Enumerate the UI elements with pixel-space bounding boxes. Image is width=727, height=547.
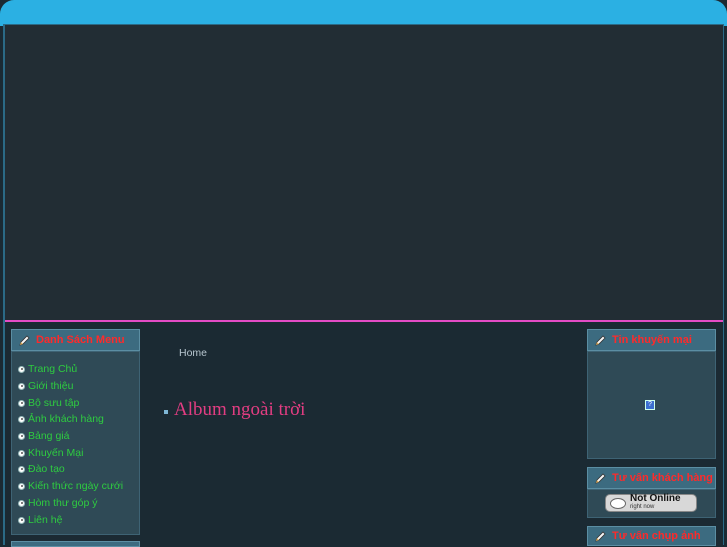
photo-box-header: Tư vấn chụp ảnh (587, 526, 716, 546)
menu-item-trang-chu[interactable]: Trang Chủ (18, 362, 77, 376)
page-title: Album ngoài trời (164, 399, 305, 421)
broken-image-icon[interactable]: ? (645, 400, 655, 410)
top-bar (0, 0, 727, 26)
pencil-icon (595, 530, 606, 542)
bullet-icon (18, 382, 25, 390)
menu-link[interactable]: Kiến thức ngày cưới (28, 480, 123, 492)
bullet-icon (18, 415, 25, 423)
menu-item-hom-thu[interactable]: Hòm thư góp ý (18, 496, 97, 510)
breadcrumb[interactable]: Home (179, 347, 207, 359)
menu-item-dao-tao[interactable]: Đào tạo (18, 462, 65, 476)
pencil-icon (595, 334, 606, 346)
menu-item-kien-thuc[interactable]: Kiến thức ngày cưới (18, 479, 123, 493)
menu-link[interactable]: Ảnh khách hàng (28, 413, 104, 425)
promo-box-header: Tin khuyến mại (587, 329, 716, 351)
bullet-icon (18, 482, 25, 490)
bullet-icon (18, 465, 25, 473)
status-text: Not Online (630, 493, 681, 504)
menu-box-title: Danh Sách Menu (36, 334, 125, 346)
menu-link[interactable]: Đào tạo (28, 463, 65, 475)
chat-status-button[interactable]: Not Online right now (605, 494, 697, 512)
menu-link[interactable]: Trang Chủ (28, 363, 77, 375)
consult-box-title: Tư vấn khách hàng (612, 472, 713, 484)
menu-item-bo-suu-tap[interactable]: Bộ sưu tập (18, 396, 79, 410)
page-title-text: Album ngoài trời (174, 399, 306, 420)
menu-link[interactable]: Hòm thư góp ý (28, 497, 97, 509)
bullet-icon (18, 516, 25, 524)
bullet-icon (18, 399, 25, 407)
promo-box-title: Tin khuyến mại (612, 334, 692, 346)
bullet-icon (18, 365, 25, 373)
menu-link[interactable]: Bộ sưu tập (28, 397, 79, 409)
menu-link[interactable]: Giới thiệu (28, 380, 73, 392)
menu-item-gioi-thieu[interactable]: Giới thiệu (18, 379, 73, 393)
menu-item-khuyen-mai[interactable]: Khuyến Mại (18, 446, 83, 460)
header-banner (5, 25, 723, 320)
bullet-icon (18, 432, 25, 440)
menu-link[interactable]: Bảng giá (28, 430, 69, 442)
square-bullet-icon (164, 409, 168, 414)
pencil-icon (595, 472, 606, 484)
next-box-header (11, 541, 140, 547)
pencil-icon (19, 334, 30, 346)
menu-box: Trang Chủ Giới thiệu Bộ sưu tập Ảnh khác… (11, 351, 140, 535)
bullet-icon (18, 499, 25, 507)
consult-box-header: Tư vấn khách hàng (587, 467, 716, 489)
chat-bubble-icon (610, 497, 626, 509)
menu-item-lien-he[interactable]: Liên hệ (18, 513, 62, 527)
bullet-icon (18, 449, 25, 457)
status-subtext: right now (630, 504, 655, 510)
menu-box-header: Danh Sách Menu (11, 329, 140, 351)
menu-item-anh-khach-hang[interactable]: Ảnh khách hàng (18, 412, 104, 426)
menu-link[interactable]: Liên hệ (28, 514, 62, 526)
menu-link[interactable]: Khuyến Mại (28, 447, 83, 459)
menu-item-bang-gia[interactable]: Bảng giá (18, 429, 69, 443)
photo-box-title: Tư vấn chụp ảnh (612, 530, 701, 542)
